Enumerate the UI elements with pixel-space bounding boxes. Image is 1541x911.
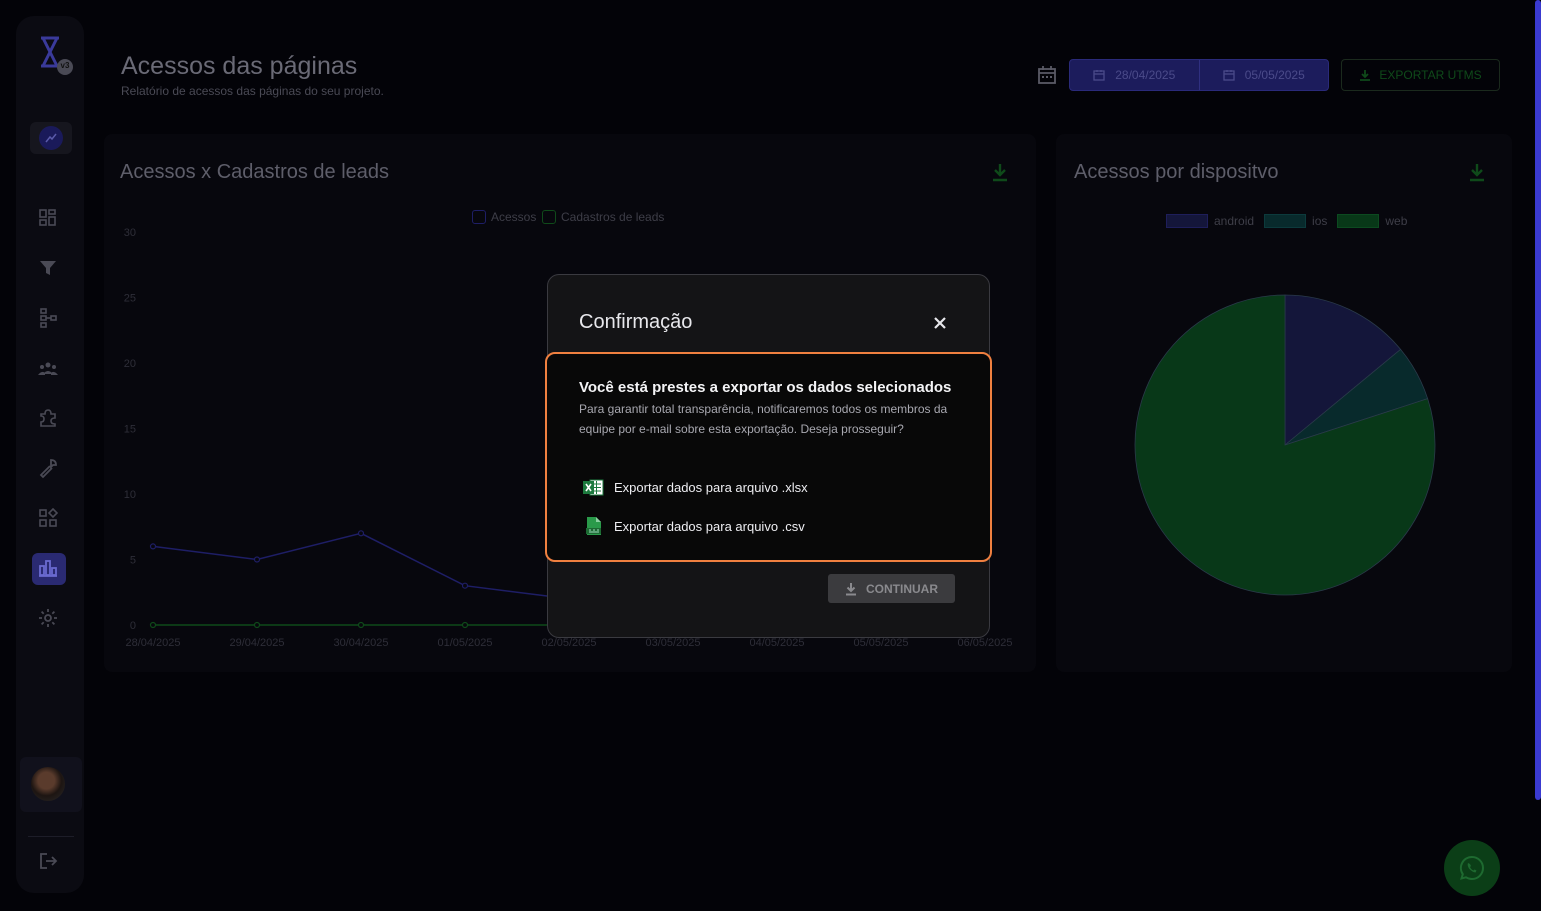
- funnel-icon: [40, 261, 56, 275]
- export-utms-button[interactable]: EXPORTAR UTMS: [1341, 59, 1500, 91]
- continue-button[interactable]: CONTINUAR: [828, 574, 955, 603]
- close-button[interactable]: [929, 312, 951, 334]
- legend-swatch-android: [1166, 214, 1208, 228]
- excel-icon: [583, 479, 604, 496]
- x-tick-label: 30/04/2025: [333, 637, 388, 649]
- team-icon: [38, 362, 58, 375]
- date-end-text: 05/05/2025: [1244, 68, 1305, 82]
- modal-heading: Você está prestes a exportar os dados se…: [579, 379, 952, 396]
- project-avatar[interactable]: [30, 122, 72, 154]
- chart-title-access-leads: Acessos x Cadastros de leads: [120, 161, 390, 183]
- legend-swatch-web: [1337, 214, 1380, 228]
- trend-icon: [45, 133, 57, 143]
- calendar-small-icon: [1223, 70, 1235, 81]
- logout-button[interactable]: [36, 849, 60, 873]
- sidebar-item-dashboard[interactable]: [36, 206, 60, 230]
- modal-body-text: Para garantir total transparência, notif…: [579, 402, 948, 436]
- legend-label-android: android: [1214, 214, 1255, 228]
- export-csv-option[interactable]: Exportar dados para arquivo .csv: [583, 516, 805, 536]
- sidebar-item-apps[interactable]: [36, 506, 60, 530]
- export-xlsx-label: Exportar dados para arquivo .xlsx: [614, 480, 808, 495]
- x-tick-label: 28/04/2025: [125, 637, 180, 649]
- sidebar-item-funnel[interactable]: [36, 256, 60, 280]
- x-tick-label: 02/05/2025: [541, 637, 596, 649]
- x-tick-label: 03/05/2025: [645, 637, 700, 649]
- data-point[interactable]: [461, 582, 469, 589]
- whatsapp-button[interactable]: [1444, 840, 1500, 896]
- export-csv-label: Exportar dados para arquivo .csv: [614, 518, 805, 534]
- date-start-text: 28/04/2025: [1115, 68, 1176, 82]
- data-point[interactable]: [253, 621, 261, 629]
- wrench-icon: [39, 459, 57, 479]
- x-tick-label: 01/05/2025: [437, 637, 492, 649]
- calendar-button[interactable]: [1036, 64, 1058, 86]
- modal-title: Confirmação: [579, 311, 693, 333]
- sidebar-item-tools[interactable]: [36, 456, 60, 480]
- data-point[interactable]: [461, 621, 469, 629]
- page-subtitle: Relatório de acessos das páginas do seu …: [121, 84, 384, 98]
- sidebar-item-reports[interactable]: [36, 556, 60, 580]
- puzzle-icon: [40, 409, 56, 427]
- calendar-small-icon: [1093, 70, 1105, 81]
- logout-icon: [40, 853, 58, 869]
- y-tick-label: 25: [124, 293, 136, 305]
- sidebar-item-settings[interactable]: [36, 606, 60, 630]
- date-end[interactable]: 05/05/2025: [1198, 60, 1329, 90]
- close-icon: [934, 317, 946, 329]
- y-tick-label: 20: [124, 358, 136, 370]
- app-logo[interactable]: v3: [30, 32, 76, 78]
- y-tick-label: 5: [130, 555, 136, 567]
- y-tick-label: 0: [130, 620, 136, 632]
- flow-icon: [40, 308, 57, 328]
- version-badge: v3: [60, 61, 70, 70]
- chart-title-devices: Acessos por dispositvo: [1074, 161, 1279, 183]
- data-point[interactable]: [253, 556, 261, 563]
- download-icon: [846, 582, 856, 595]
- sidebar-divider: [28, 836, 74, 837]
- legend-label-ios: ios: [1312, 214, 1328, 228]
- x-tick-label: 06/05/2025: [957, 637, 1012, 649]
- gear-icon: [39, 609, 57, 627]
- pie-chart: [1134, 294, 1436, 596]
- export-utms-label: EXPORTAR UTMS: [1379, 68, 1482, 82]
- calendar-icon: [1038, 66, 1056, 84]
- download-icon: [1360, 69, 1371, 81]
- download-chart-button[interactable]: [992, 163, 1008, 187]
- y-tick-label: 15: [124, 424, 136, 436]
- legend-swatch-ios: [1264, 214, 1307, 228]
- legend-label-web: web: [1385, 214, 1408, 228]
- data-point[interactable]: [149, 621, 157, 629]
- scrollbar[interactable]: [1535, 0, 1541, 800]
- x-tick-label: 05/05/2025: [853, 637, 908, 649]
- continue-label: CONTINUAR: [866, 581, 938, 596]
- chart-icon: [39, 560, 57, 577]
- whatsapp-icon: [1459, 855, 1484, 881]
- y-tick-label: 30: [124, 227, 136, 239]
- date-range-picker[interactable]: 28/04/2025 05/05/2025: [1069, 59, 1329, 91]
- data-point[interactable]: [357, 621, 365, 629]
- y-tick-label: 10: [124, 489, 136, 501]
- page-title: Acessos das páginas: [121, 52, 358, 80]
- sidebar-item-flow[interactable]: [36, 306, 60, 330]
- download-icon: [993, 164, 1007, 182]
- download-icon: [1470, 164, 1484, 182]
- x-tick-label: 29/04/2025: [229, 637, 284, 649]
- hourglass-logo-icon: [41, 36, 73, 75]
- apps-icon: [39, 507, 59, 527]
- dashboard-icon: [39, 209, 56, 226]
- sidebar-item-team[interactable]: [36, 356, 60, 380]
- x-tick-label: 04/05/2025: [749, 637, 804, 649]
- export-xlsx-option[interactable]: Exportar dados para arquivo .xlsx: [583, 478, 808, 497]
- project-avatar-image: [39, 126, 63, 150]
- csv-file-icon: [586, 517, 601, 535]
- download-pie-button[interactable]: [1469, 163, 1485, 187]
- pie-legend: android ios web: [1166, 214, 1407, 228]
- avatar[interactable]: [31, 767, 65, 801]
- data-point[interactable]: [149, 543, 157, 550]
- date-start[interactable]: 28/04/2025: [1070, 60, 1199, 90]
- sidebar-item-integrations[interactable]: [36, 406, 60, 430]
- data-point[interactable]: [357, 530, 365, 537]
